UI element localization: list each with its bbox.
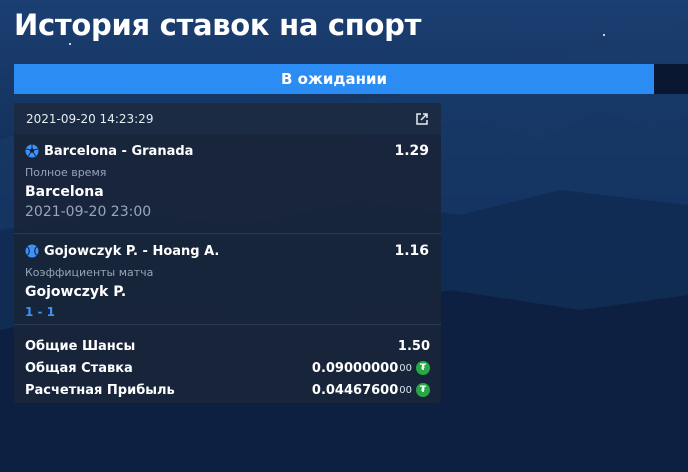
bet-market: Полное время bbox=[25, 166, 107, 179]
total-odds-value: 1.50 bbox=[397, 338, 430, 354]
bet-summary: Общие Шансы 1.50 Общая Ставка 0.09000000… bbox=[14, 324, 441, 401]
bet-datetime: 2021-09-20 14:23:29 bbox=[26, 111, 154, 126]
bet-item: Barcelona - Granada 1.29 Полное время Ba… bbox=[14, 134, 441, 233]
total-stake-row: Общая Ставка 0.09000000 00 ₮ bbox=[25, 357, 430, 379]
total-stake-label: Общая Ставка bbox=[25, 360, 133, 376]
bet-pick: Gojowczyk P. bbox=[25, 284, 127, 300]
payout-suffix: 00 bbox=[399, 384, 412, 396]
total-stake-suffix: 00 bbox=[399, 362, 412, 374]
bet-odds: 1.16 bbox=[394, 243, 429, 259]
payout-label: Расчетная Прибыль bbox=[25, 382, 175, 398]
page-title: История ставок на спорт bbox=[14, 8, 422, 42]
tennis-ball-icon bbox=[25, 244, 39, 258]
external-link-icon[interactable] bbox=[415, 112, 429, 126]
bet-slip-header: 2021-09-20 14:23:29 bbox=[14, 103, 441, 134]
bet-market: Коэффициенты матча bbox=[25, 266, 154, 279]
total-stake-value: 0.09000000 bbox=[311, 360, 399, 376]
tether-coin-icon: ₮ bbox=[416, 383, 430, 397]
tether-coin-icon: ₮ bbox=[416, 361, 430, 375]
bet-odds: 1.29 bbox=[394, 143, 429, 159]
status-tab-bar: В ожидании bbox=[14, 64, 688, 94]
total-odds-row: Общие Шансы 1.50 bbox=[25, 335, 430, 357]
payout-value: 0.04467600 bbox=[311, 382, 399, 398]
soccer-ball-icon bbox=[25, 144, 39, 158]
bet-slip-card: 2021-09-20 14:23:29 Barcelona - Granada … bbox=[14, 103, 441, 403]
event-time: 2021-09-20 23:00 bbox=[25, 204, 152, 220]
bet-pick: Barcelona bbox=[25, 184, 104, 200]
bet-item: Gojowczyk P. - Hoang A. 1.16 Коэффициент… bbox=[14, 233, 441, 324]
match-score: 1 - 1 bbox=[25, 305, 56, 319]
match-name[interactable]: Barcelona - Granada bbox=[44, 144, 193, 159]
match-name[interactable]: Gojowczyk P. - Hoang A. bbox=[44, 244, 219, 259]
payout-row: Расчетная Прибыль 0.04467600 00 ₮ bbox=[25, 379, 430, 401]
total-odds-label: Общие Шансы bbox=[25, 338, 136, 354]
tab-pending[interactable]: В ожидании bbox=[14, 64, 654, 94]
